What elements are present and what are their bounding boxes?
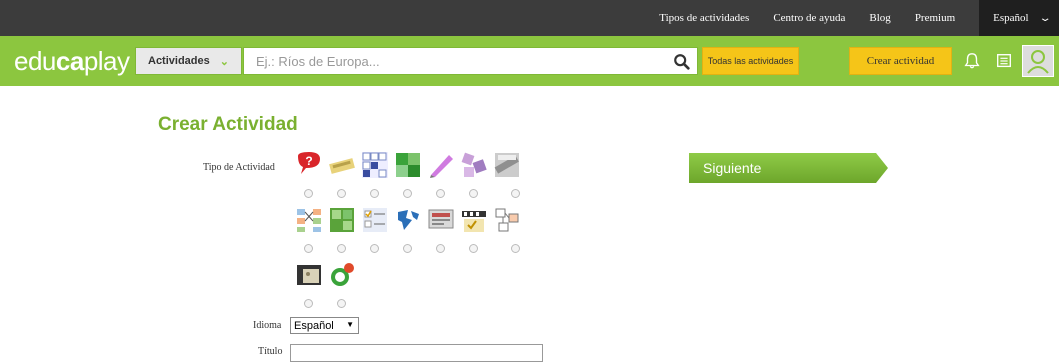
letters-icon[interactable]	[460, 151, 488, 179]
language-label: Idioma	[253, 320, 282, 331]
activity-type-radio[interactable]	[370, 244, 379, 253]
search-icon[interactable]	[673, 53, 691, 71]
logo-part: play	[83, 46, 130, 76]
activity-type-radio[interactable]	[304, 189, 313, 198]
activity-type-radio[interactable]	[469, 189, 478, 198]
language-value: Español	[294, 319, 334, 332]
activity-type-radio[interactable]	[436, 244, 445, 253]
activity-type-radio[interactable]	[403, 189, 412, 198]
points-badge-icon[interactable]	[328, 261, 356, 289]
photo-icon[interactable]	[295, 261, 323, 289]
activity-type-radio[interactable]	[511, 244, 520, 253]
bell-icon[interactable]	[963, 52, 981, 70]
link-premium[interactable]: Premium	[915, 12, 955, 24]
activity-type-radio[interactable]	[337, 299, 346, 308]
diagram-icon[interactable]	[493, 206, 521, 234]
user-icon	[1027, 50, 1049, 74]
next-label: Siguiente	[703, 160, 762, 176]
activity-type-radio[interactable]	[337, 244, 346, 253]
all-activities-button[interactable]: Todas las actividades	[702, 47, 799, 75]
activities-dropdown[interactable]: Actividades ⌄	[135, 47, 242, 75]
activity-type-radio[interactable]	[304, 299, 313, 308]
language-select[interactable]: Español ▼	[290, 317, 359, 334]
checklist-icon[interactable]	[361, 206, 389, 234]
logo[interactable]: educaplay	[14, 46, 130, 77]
map-puzzle-icon[interactable]	[394, 151, 422, 179]
presentation-icon[interactable]	[427, 206, 455, 234]
page-title: Crear Actividad	[158, 114, 298, 135]
user-avatar-button[interactable]	[1022, 45, 1054, 77]
activity-type-radio[interactable]	[370, 189, 379, 198]
activity-type-label: Tipo de Actividad	[203, 162, 275, 173]
language-label: Español	[993, 12, 1029, 24]
activity-type-radio[interactable]	[337, 189, 346, 198]
relate-columns-icon[interactable]	[295, 206, 323, 234]
logo-part: edu	[14, 46, 56, 76]
chevron-down-icon: ⌄	[1038, 12, 1052, 24]
language-selector[interactable]: Español ⌄	[979, 0, 1059, 36]
activity-type-radio[interactable]	[304, 244, 313, 253]
header-bar: educaplay Actividades ⌄ Ej.: Ríos de Eur…	[0, 36, 1059, 86]
search-placeholder: Ej.: Ríos de Europa...	[256, 53, 380, 69]
title-input[interactable]	[290, 344, 543, 362]
activity-type-radio[interactable]	[403, 244, 412, 253]
title-label: Título	[258, 346, 283, 357]
word-search-icon[interactable]	[493, 151, 521, 179]
dropdown-arrow-icon: ▼	[346, 320, 354, 329]
crossword-strip-icon[interactable]	[328, 151, 356, 179]
link-blog[interactable]: Blog	[869, 12, 890, 24]
top-bar: Tipos de actividades Centro de ayuda Blo…	[0, 0, 1059, 36]
activities-label: Actividades	[148, 55, 210, 67]
create-activity-button[interactable]: Crear actividad	[849, 47, 952, 75]
activity-type-radio[interactable]	[469, 244, 478, 253]
video-quiz-icon[interactable]	[460, 206, 488, 234]
world-map-icon[interactable]	[394, 206, 422, 234]
link-help-center[interactable]: Centro de ayuda	[773, 12, 845, 24]
activity-type-radio[interactable]	[436, 189, 445, 198]
logo-part: ca	[55, 46, 84, 76]
pencil-icon[interactable]	[427, 151, 455, 179]
activity-type-radio[interactable]	[511, 189, 520, 198]
chevron-down-icon: ⌄	[219, 55, 229, 68]
svg-text:?: ?	[305, 154, 312, 168]
top-links: Tipos de actividades Centro de ayuda Blo…	[659, 0, 1059, 36]
quiz-icon[interactable]: ?	[295, 151, 323, 179]
word-grid-icon[interactable]	[361, 151, 389, 179]
messages-icon[interactable]	[995, 52, 1013, 70]
next-button-label-wrap: Siguiente	[689, 153, 888, 183]
search-input[interactable]: Ej.: Ríos de Europa...	[243, 47, 698, 75]
link-activity-types[interactable]: Tipos de actividades	[659, 12, 749, 24]
board-game-icon[interactable]	[328, 206, 356, 234]
